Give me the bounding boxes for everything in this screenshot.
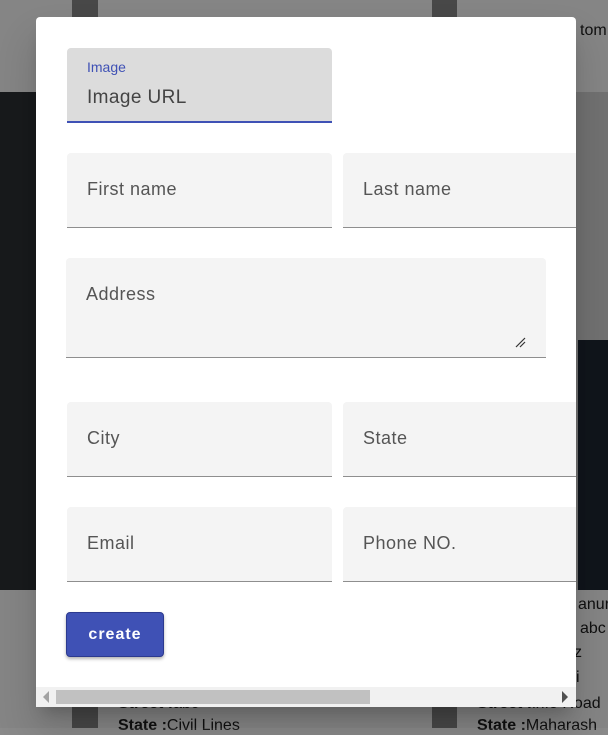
image-field-label: Image [87,59,126,75]
address-label: Address [86,284,156,304]
city-label: City [87,428,120,448]
first-name-field[interactable]: First name [67,153,332,228]
email-field[interactable]: Email [67,507,332,582]
phone-field[interactable]: Phone NO. [343,507,576,582]
last-name-field[interactable]: Last name [343,153,576,228]
create-contact-dialog: Image Image URL First name Last name Add… [36,17,576,707]
image-url-input[interactable]: Image URL [87,87,187,109]
horizontal-scrollbar[interactable] [36,687,576,707]
state-field[interactable]: State [343,402,576,477]
image-url-field[interactable]: Image Image URL [67,48,332,123]
last-name-label: Last name [363,179,452,199]
email-label: Email [87,533,135,553]
textarea-resize-icon[interactable] [515,337,526,348]
create-button[interactable]: create [66,612,164,657]
scrollbar-thumb[interactable] [56,690,370,704]
city-field[interactable]: City [67,402,332,477]
scroll-left-arrow-icon[interactable] [43,691,49,703]
scroll-right-arrow-icon[interactable] [562,691,568,703]
phone-label: Phone NO. [363,533,457,553]
state-label: State [363,428,408,448]
address-field[interactable]: Address [66,258,546,358]
first-name-label: First name [87,179,178,199]
